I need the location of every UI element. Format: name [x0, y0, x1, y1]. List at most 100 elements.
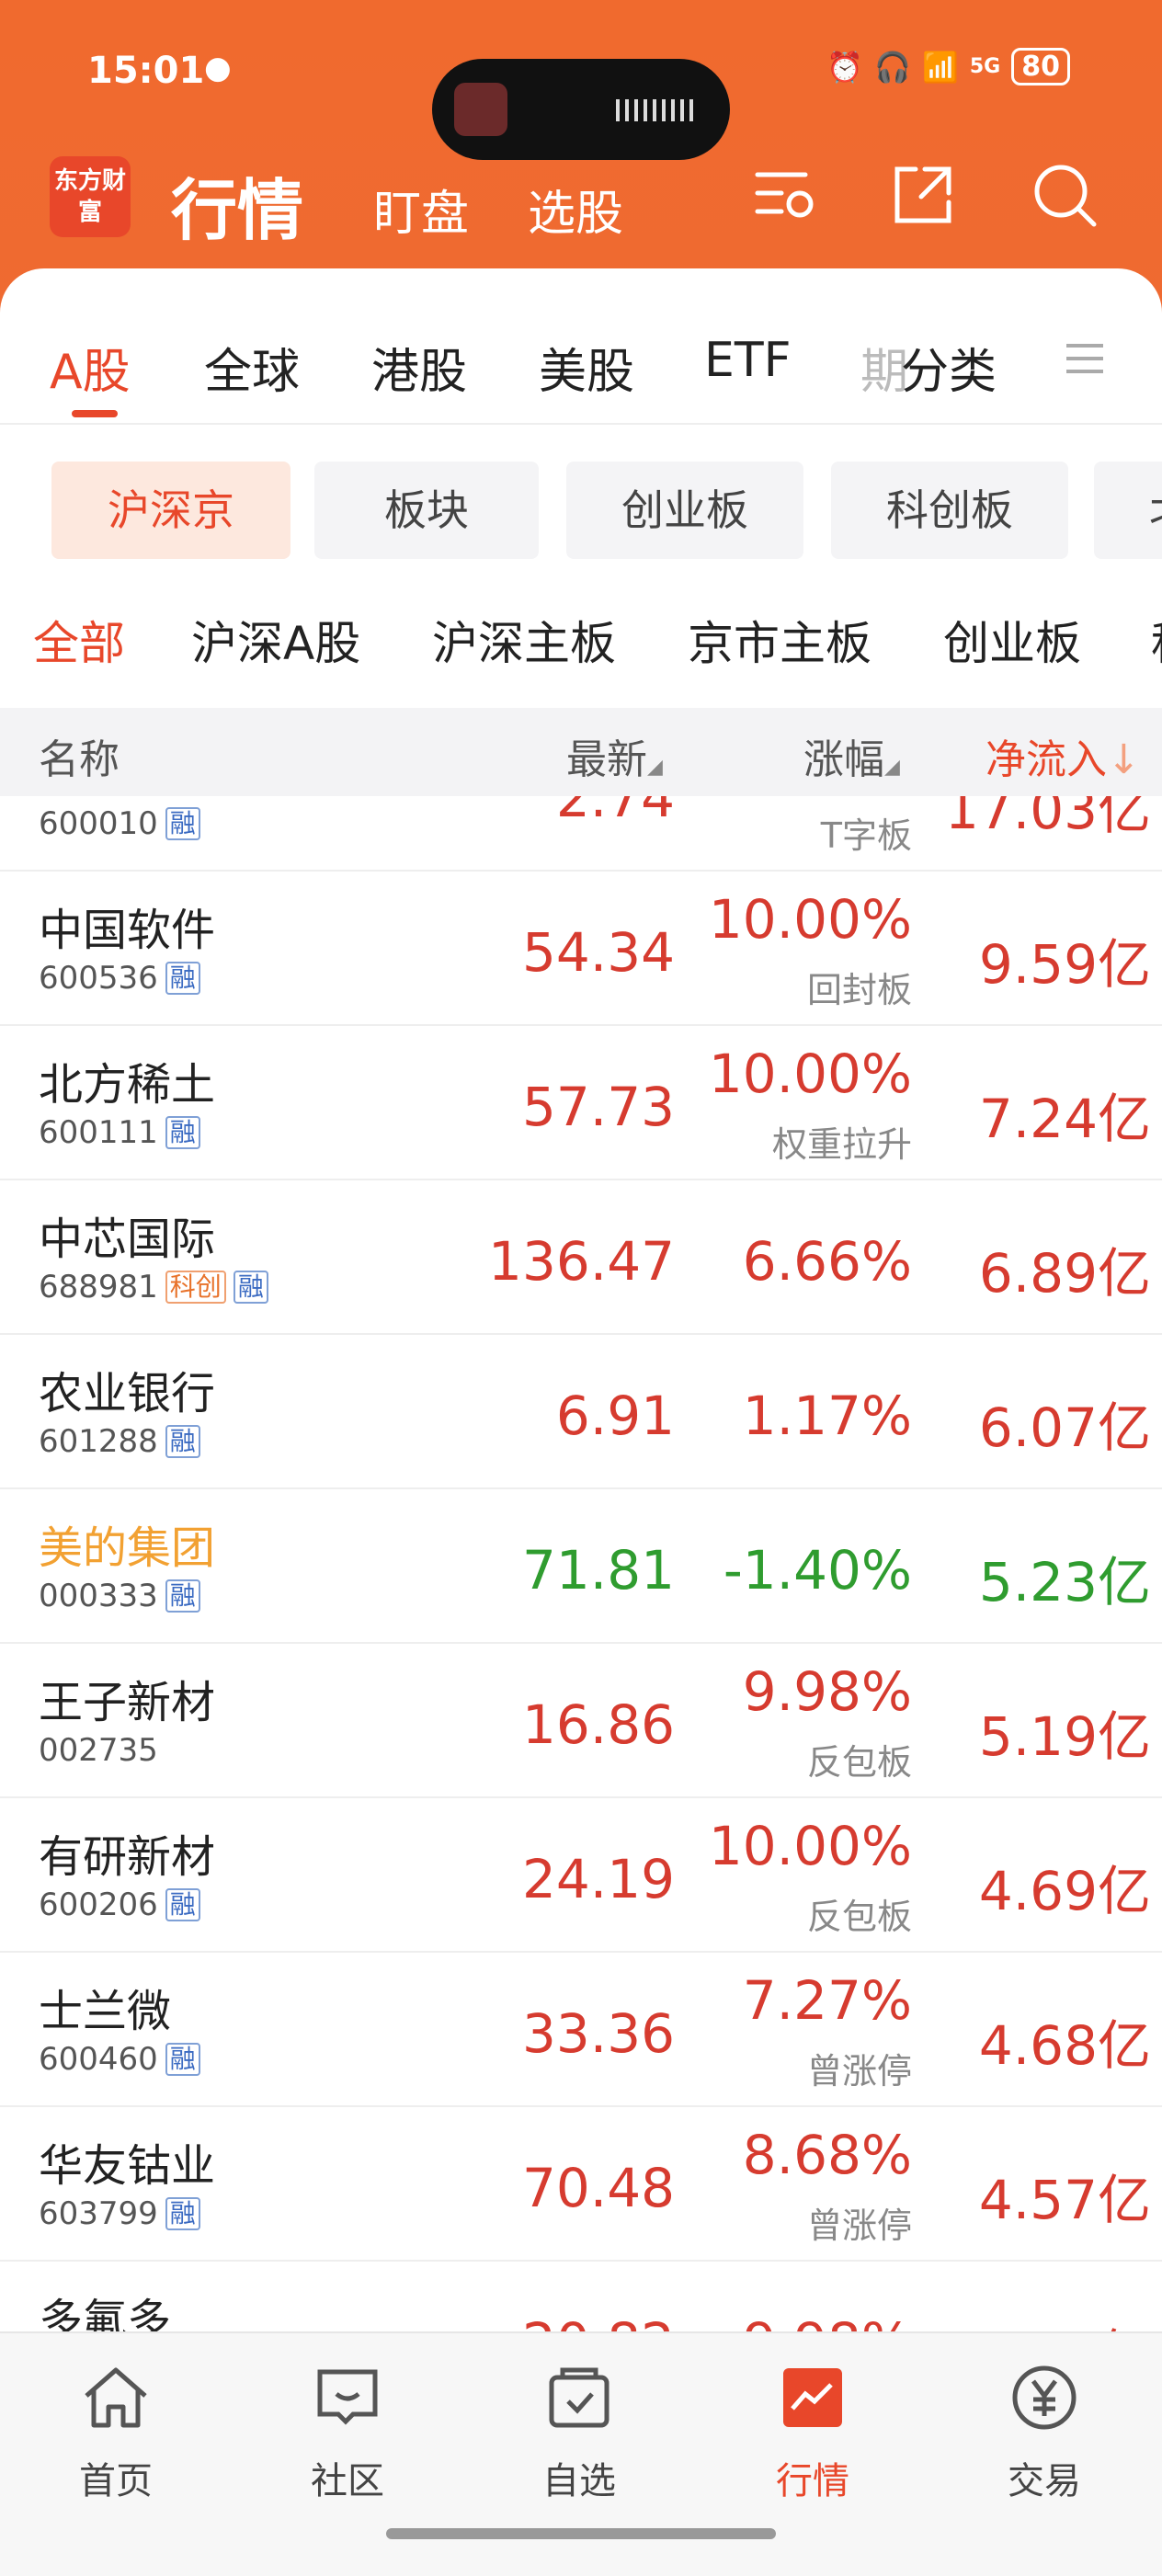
stock-code-line: 600111 融 [39, 1114, 200, 1151]
app-logo[interactable]: 东方财富 [50, 156, 131, 237]
net-inflow: 4.69亿 [978, 1860, 1151, 1922]
stock-price: 54.34 [521, 921, 675, 984]
page-title[interactable]: 行情 [171, 156, 303, 253]
subtab-star[interactable]: 科 [1151, 607, 1162, 673]
sort-desc-icon: ↓ [1107, 736, 1141, 783]
wechat-icon: ● [204, 50, 232, 86]
tab-watch[interactable]: 盯盘 [373, 175, 469, 244]
chip-beijing[interactable]: 北 [1094, 462, 1162, 559]
subtab-shsz-a[interactable]: 沪深A股 [191, 607, 360, 673]
stock-note: 反包板 [806, 1742, 912, 1783]
stock-code-line: 600536 融 [39, 960, 200, 997]
headphones-icon: 🎧 [874, 49, 912, 85]
table-row[interactable]: 中芯国际 688981 科创融 136.47 6.66% 6.89亿 [0, 1179, 1162, 1335]
settings-list-icon[interactable] [750, 160, 820, 230]
stock-name: 中国软件 [39, 905, 216, 956]
wifi-icon: 📶 [922, 49, 959, 85]
sort-icon: ◢ [884, 756, 900, 779]
net-inflow: 5.19亿 [978, 1705, 1151, 1768]
home-indicator[interactable] [386, 2528, 776, 2539]
stock-price: 57.73 [521, 1076, 675, 1138]
tab-us[interactable]: 美股 [539, 333, 634, 402]
stock-change: 9.98% [743, 2311, 912, 2331]
alarm-icon: ⏰ [826, 49, 864, 85]
nav-trade[interactable]: 交易 [971, 2361, 1118, 2504]
nav-home[interactable]: 首页 [42, 2361, 189, 2504]
stock-name: 士兰微 [39, 1986, 172, 2037]
stock-note: 回封板 [806, 970, 912, 1010]
badge: 融 [165, 2197, 200, 2230]
subtab-chinext[interactable]: 创业板 [943, 607, 1081, 673]
nav-community[interactable]: 社区 [274, 2361, 421, 2504]
stock-price: 16.86 [521, 1693, 675, 1756]
stock-code-line: 603799 融 [39, 2195, 200, 2232]
menu-icon[interactable] [1065, 338, 1105, 379]
stock-code: 600206 [39, 1886, 158, 1923]
nav-watchlist[interactable]: 自选 [506, 2361, 653, 2504]
chip-sector[interactable]: 板块 [314, 462, 539, 559]
badge: 融 [165, 2043, 200, 2076]
sort-icon: ◢ [647, 756, 663, 779]
stock-name: 农业银行 [39, 1368, 216, 1419]
table-row[interactable]: 王子新材 002735 16.86 9.98% 反包板 5.19亿 [0, 1642, 1162, 1798]
nav-home-label: 首页 [79, 2460, 153, 2502]
subtab-shsz-main[interactable]: 沪深主板 [432, 607, 616, 673]
stock-note: 反包板 [806, 1897, 912, 1937]
chip-shsz-bj[interactable]: 沪深京 [51, 462, 290, 559]
header-name: 名称 [39, 736, 120, 783]
table-row[interactable]: 农业银行 601288 融 6.91 1.17% 6.07亿 [0, 1333, 1162, 1489]
subtab-bj-main[interactable]: 京市主板 [688, 607, 872, 673]
stock-code: 603799 [39, 2195, 158, 2232]
table-row[interactable]: 士兰微 600460 融 33.36 7.27% 曾涨停 4.68亿 [0, 1951, 1162, 2107]
header-flow-sort[interactable]: 净流入↓ [985, 726, 1141, 785]
divider [0, 423, 1162, 425]
subtab-all[interactable]: 全部 [33, 607, 125, 673]
tab-etf[interactable]: ETF [704, 333, 792, 388]
market-icon [783, 2368, 842, 2427]
tab-stock-picker[interactable]: 选股 [528, 175, 623, 244]
stock-change: 9.98% [742, 1660, 912, 1723]
header-price-label: 最新 [566, 736, 647, 783]
stock-name: 多氟多 [39, 2295, 172, 2331]
table-row[interactable]: 有研新材 600206 融 24.19 10.00% 反包板 4.69亿 [0, 1796, 1162, 1953]
table-row[interactable]: 中国软件 600536 融 54.34 10.00% 回封板 9.59亿 [0, 870, 1162, 1026]
tab-global[interactable]: 全球 [204, 333, 300, 402]
stock-change: -1.40% [723, 1539, 912, 1601]
stock-code-line: 600206 融 [39, 1886, 200, 1923]
stock-code: 600111 [39, 1114, 158, 1151]
chip-chinext[interactable]: 创业板 [566, 462, 803, 559]
share-icon[interactable] [888, 160, 958, 230]
tab-hk[interactable]: 港股 [371, 333, 467, 402]
search-icon[interactable] [1030, 160, 1099, 230]
stock-price: 6.91 [555, 1385, 675, 1447]
nav-community-label: 社区 [311, 2460, 384, 2502]
table-row[interactable]: 600010 融 2.74 T字板 17.03亿 [0, 796, 1162, 872]
tab-a-share[interactable]: A股 [50, 333, 131, 402]
table-row[interactable]: 多氟多 20.82 9.98% 3.88亿 [0, 2260, 1162, 2331]
header-change-sort[interactable]: 涨幅◢ [803, 726, 900, 785]
net-inflow: 7.24亿 [978, 1088, 1151, 1150]
stock-change: 7.27% [742, 1969, 912, 2032]
net-inflow: 3.88亿 [979, 2311, 1151, 2331]
stock-price: 136.47 [488, 1230, 675, 1293]
table-row[interactable]: 美的集团 000333 融 71.81 -1.40% 5.23亿 [0, 1487, 1162, 1644]
stock-code: 688981 [39, 1269, 158, 1305]
stock-note: 权重拉升 [771, 1124, 912, 1165]
table-row[interactable]: 北方稀土 600111 融 57.73 10.00% 权重拉升 7.24亿 [0, 1024, 1162, 1180]
stock-list: 600010 融 2.74 T字板 17.03亿 中国软件 600536 融 54.3… [0, 796, 1162, 2331]
nav-market[interactable]: 行情 [739, 2361, 886, 2504]
stock-price: 2.74 [555, 796, 675, 829]
stock-code: 600536 [39, 960, 158, 997]
sub-tabs: 全部 沪深A股 沪深主板 京市主板 创业板 科 [0, 607, 1162, 699]
nav-watchlist-label: 自选 [542, 2460, 616, 2502]
table-row[interactable]: 华友钴业 603799 融 70.48 8.68% 曾涨停 4.57亿 [0, 2105, 1162, 2262]
tab-category[interactable]: 分类 [901, 333, 997, 402]
chip-star-market[interactable]: 科创板 [831, 462, 1068, 559]
header-price-sort[interactable]: 最新◢ [566, 726, 663, 785]
watchlist-icon [549, 2367, 609, 2428]
stock-price: 33.36 [521, 2002, 675, 2065]
dynamic-island[interactable] [432, 59, 730, 160]
stock-note: T字板 [820, 815, 912, 856]
stock-change: 6.66% [742, 1230, 912, 1293]
net-inflow: 9.59亿 [978, 933, 1151, 996]
